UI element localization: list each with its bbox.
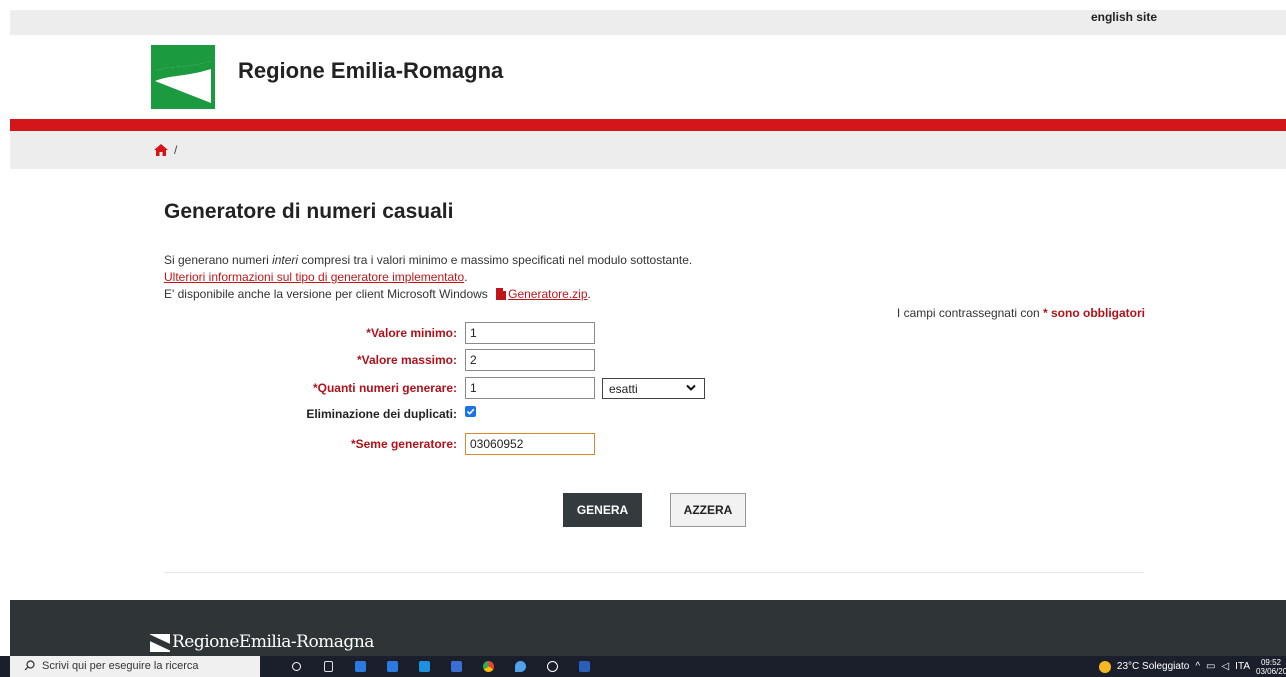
file-zip-icon <box>496 288 507 300</box>
check-icon <box>466 408 475 415</box>
count-input[interactable] <box>465 377 595 399</box>
max-value-input[interactable] <box>465 349 595 371</box>
top-utility-bar: english site <box>10 10 1286 35</box>
site-footer: RegioneEmilia-Romagna <box>10 600 1286 656</box>
mail-icon[interactable] <box>408 656 440 677</box>
required-fields-note: I campi contrassegnati con * sono obblig… <box>897 306 1145 320</box>
max-value-label: *Valore massimo: <box>356 353 457 367</box>
english-site-link[interactable]: english site <box>1091 10 1157 24</box>
min-value-input[interactable] <box>465 322 595 344</box>
chrome-icon[interactable] <box>472 656 504 677</box>
weather-sun-icon <box>1098 660 1111 673</box>
taskbar-search-placeholder: Scrivi qui per eseguire la ricerca <box>42 660 199 672</box>
search-icon <box>24 660 35 671</box>
taskbar-app-icons <box>280 656 600 677</box>
breadcrumb: / <box>10 131 1286 169</box>
chevron-down-icon <box>686 384 696 391</box>
footer-logo-text: RegioneEmilia-Romagna <box>172 632 374 652</box>
required-note-text: I campi contrassegnati con <box>896 306 1043 320</box>
count-mode-select[interactable]: esatti <box>602 378 705 399</box>
snipping-tool-icon[interactable] <box>536 656 568 677</box>
breadcrumb-separator: / <box>174 143 178 157</box>
required-note-highlight: * sono obbligatori <box>1043 306 1145 320</box>
network-icon[interactable]: ▭ <box>1206 661 1215 672</box>
count-label: *Quanti numeri generare: <box>312 381 457 395</box>
dedup-label: Eliminazione dei duplicati: <box>306 407 457 421</box>
language-indicator[interactable]: ITA <box>1235 661 1250 672</box>
taskbar-clock[interactable]: 09:52 03/06/202 <box>1256 658 1286 676</box>
generator-info-link[interactable]: Ulteriori informazioni sul tipo di gener… <box>164 270 464 284</box>
photos-icon[interactable] <box>440 656 472 677</box>
seed-label: *Seme generatore: <box>350 437 457 451</box>
home-icon[interactable] <box>154 144 168 156</box>
footer-logo[interactable]: RegioneEmilia-Romagna <box>150 630 374 652</box>
volume-icon[interactable]: ◁ <box>1221 661 1229 672</box>
brand-red-bar <box>10 119 1286 131</box>
footer-logo-mark-icon <box>150 634 170 652</box>
intro-line3-end: . <box>587 287 591 301</box>
weather-text[interactable]: 23°C Soleggiato <box>1117 661 1189 672</box>
count-mode-value: esatti <box>609 382 638 396</box>
file-explorer-icon[interactable] <box>376 656 408 677</box>
intro-line2-end: . <box>464 270 468 284</box>
windows-taskbar: Scrivi qui per eseguire la ricerca 23°C … <box>0 656 1286 677</box>
page-title: Generatore di numeri casuali <box>164 200 454 223</box>
clock-date: 03/06/202 <box>1256 666 1286 676</box>
site-header: Regione Emilia-Romagna <box>10 35 1286 119</box>
word-icon[interactable] <box>568 656 600 677</box>
seed-input[interactable] <box>465 433 595 455</box>
intro-line1-a: Si generano numeri <box>164 253 273 267</box>
intro-line3-a: E' disponibile anche la versione per cli… <box>164 287 492 301</box>
cortana-icon[interactable] <box>280 656 312 677</box>
region-logo-icon <box>155 49 211 105</box>
dedup-checkbox[interactable] <box>465 406 476 417</box>
paint-icon[interactable] <box>504 656 536 677</box>
clock-time: 09:52 <box>1260 657 1282 667</box>
system-tray: 23°C Soleggiato ^ ▭ ◁ ITA 09:52 03/06/20… <box>1098 656 1286 677</box>
generator-zip-link[interactable]: Generatore.zip <box>508 287 587 301</box>
min-value-label: *Valore minimo: <box>366 326 457 340</box>
store-icon[interactable] <box>344 656 376 677</box>
site-title[interactable]: Regione Emilia-Romagna <box>238 58 503 84</box>
generate-button[interactable]: GENERA <box>563 493 642 527</box>
tray-chevron-up-icon[interactable]: ^ <box>1195 661 1200 672</box>
reset-button[interactable]: AZZERA <box>670 493 746 527</box>
intro-line1-b: compresi tra i valori minimo e massimo s… <box>298 253 693 267</box>
task-view-icon[interactable] <box>312 656 344 677</box>
intro-text: Si generano numeri interi compresi tra i… <box>164 252 864 303</box>
content-divider <box>164 572 1144 573</box>
taskbar-search[interactable]: Scrivi qui per eseguire la ricerca <box>10 656 260 677</box>
region-logo[interactable] <box>151 45 215 109</box>
intro-line1-em: interi <box>272 253 299 267</box>
